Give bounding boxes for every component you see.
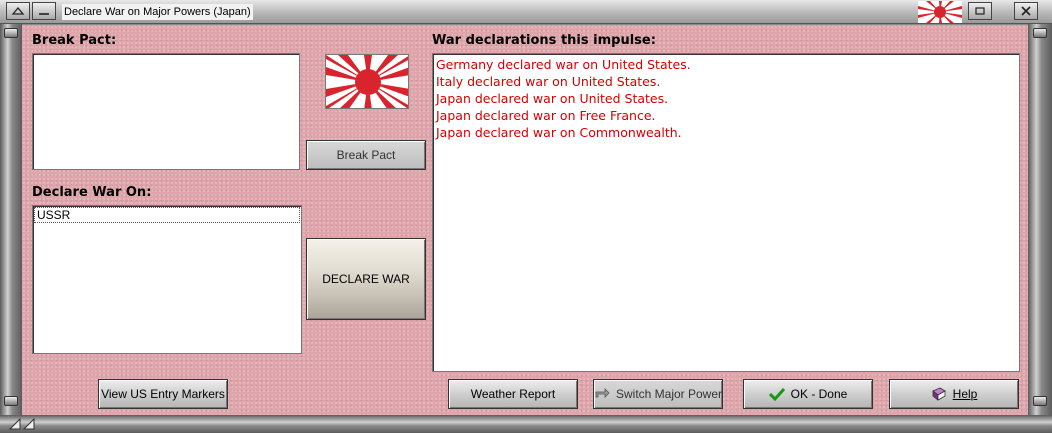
minimize-icon (39, 13, 49, 15)
minimize-button[interactable] (32, 2, 56, 20)
help-book-icon (931, 387, 947, 401)
bottom-frame (0, 415, 1052, 433)
dialog-content: Break Pact: Declare War On: USSR Break P… (22, 25, 1028, 415)
declare-war-button[interactable]: DECLARE WAR (306, 238, 426, 320)
dialog-window: Declare War on Major Powers (Japan) Brea… (0, 0, 1052, 433)
window-title: Declare War on Major Powers (Japan) (62, 4, 253, 20)
break-pact-label: Break Pact: (32, 33, 117, 48)
weather-report-button[interactable]: Weather Report (448, 379, 578, 409)
checkmark-icon (768, 387, 785, 401)
restore-button[interactable] (968, 2, 992, 20)
left-frame (0, 24, 22, 418)
declare-war-list[interactable]: USSR (32, 205, 302, 354)
switch-major-power-button[interactable]: Switch Major Power (593, 379, 723, 409)
switch-arrows-icon (594, 387, 610, 401)
right-frame (1028, 24, 1052, 418)
list-item-ussr[interactable]: USSR (34, 207, 300, 223)
switch-major-power-label: Switch Major Power (615, 387, 723, 401)
resize-grip-icon[interactable] (8, 417, 48, 431)
view-us-entry-markers-button[interactable]: View US Entry Markers (98, 379, 228, 409)
declaration-line: Japan declared war on Commonwealth. (436, 125, 682, 140)
ok-done-label: OK - Done (790, 387, 848, 401)
title-bar[interactable]: Declare War on Major Powers (Japan) (0, 0, 1052, 24)
rising-sun-flag-icon (326, 55, 408, 108)
break-pact-list[interactable] (32, 53, 300, 170)
frame-rivet (1033, 396, 1047, 406)
japan-flag (325, 54, 409, 109)
close-button[interactable] (1014, 2, 1038, 20)
declaration-line: Italy declared war on United States. (436, 74, 661, 89)
declarations-label: War declarations this impulse: (432, 33, 656, 48)
declaration-line: Germany declared war on United States. (436, 57, 691, 72)
close-icon (1021, 6, 1031, 16)
help-button[interactable]: Help (889, 379, 1019, 409)
help-label: Help (952, 387, 978, 401)
declaration-line: Japan declared war on Free France. (436, 108, 656, 123)
break-pact-button[interactable]: Break Pact (306, 140, 426, 170)
rising-sun-flag-icon (918, 1, 962, 23)
frame-rivet (4, 396, 18, 406)
declarations-log[interactable]: Germany declared war on United States. I… (432, 53, 1020, 372)
declare-war-label: Declare War On: (32, 185, 152, 200)
restore-arrow-icon (11, 6, 25, 15)
frame-rivet (1033, 28, 1047, 38)
declaration-line: Japan declared war on United States. (436, 91, 669, 106)
window-menu-button[interactable] (6, 2, 30, 20)
restore-icon (975, 7, 985, 15)
frame-rivet (4, 28, 18, 38)
ok-done-button[interactable]: OK - Done (743, 379, 873, 409)
